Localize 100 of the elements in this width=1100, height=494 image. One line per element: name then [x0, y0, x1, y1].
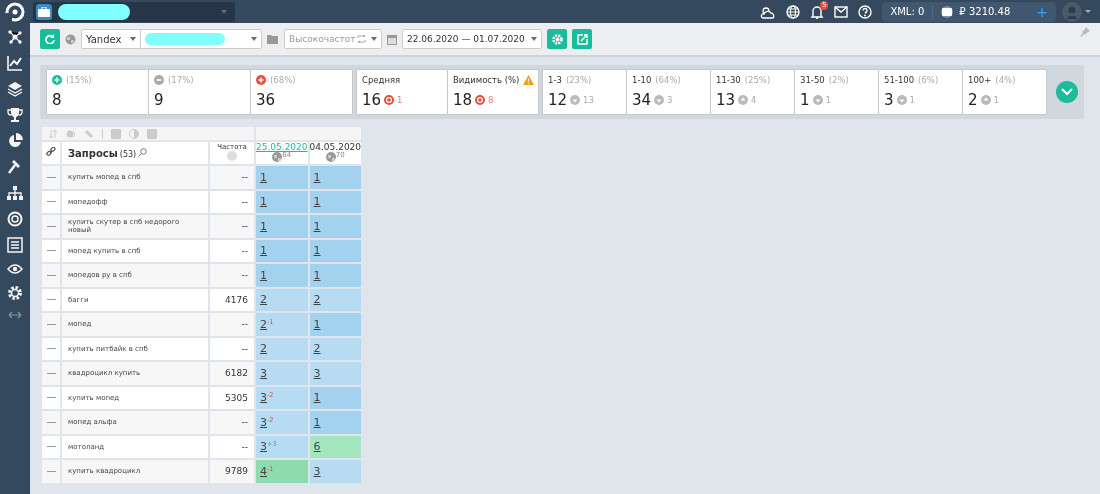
globe-icon[interactable] — [786, 4, 801, 19]
help-icon[interactable] — [858, 4, 873, 19]
settings-icon — [551, 33, 563, 45]
range-label: 100+ — [968, 75, 992, 85]
position-link[interactable]: 1 — [260, 170, 267, 184]
delta-value: 1 — [993, 95, 999, 105]
range-label: 11-30 — [716, 75, 741, 85]
position-link[interactable]: 1 — [313, 391, 321, 405]
percent-label: (15%) — [66, 75, 92, 85]
expand-button[interactable] — [1056, 81, 1078, 103]
engine-dropdown[interactable]: Yandex — [81, 29, 141, 49]
sitemap-icon[interactable] — [7, 185, 23, 201]
position-link[interactable]: 1 — [260, 219, 267, 233]
position-link[interactable]: 2 — [260, 293, 267, 307]
search-icon[interactable] — [138, 149, 148, 159]
calendar-icon — [387, 33, 397, 45]
position-link[interactable]: 1 — [313, 415, 321, 429]
range-label: 31-50 — [800, 75, 825, 85]
repeat-icon — [357, 35, 367, 43]
caret-icon[interactable] — [221, 9, 227, 14]
caret-icon[interactable] — [368, 37, 377, 41]
date-range-dropdown[interactable]: 22.06.2020 — 01.07.2020 — [402, 29, 542, 49]
caret-icon[interactable] — [127, 37, 136, 41]
export-icon — [576, 33, 588, 45]
list-icon[interactable] — [7, 237, 23, 253]
caret-icon[interactable] — [248, 37, 257, 41]
sort-icon[interactable] — [48, 128, 58, 139]
balance-amount: ₽ 3210.48 — [959, 6, 1011, 17]
position-link[interactable]: 3 — [260, 415, 267, 429]
range-label: 1-3 — [548, 75, 562, 85]
position-link[interactable]: 1 — [260, 268, 267, 282]
query-count: (53) — [119, 149, 137, 159]
percent-label: (64%) — [655, 75, 681, 85]
position-link[interactable]: 1 — [260, 195, 267, 209]
stat-value: 36 — [256, 91, 277, 109]
position-link[interactable]: 3 — [260, 391, 267, 405]
position-link[interactable]: 1 — [313, 170, 321, 184]
range-value: 12 — [548, 91, 568, 109]
toggle-icon[interactable] — [66, 128, 76, 139]
delta-value: 1 — [397, 95, 403, 105]
hammer-icon[interactable] — [7, 159, 23, 175]
metric-value: 16 — [362, 91, 382, 109]
position-link[interactable]: 1 — [313, 268, 321, 282]
position-link[interactable]: 2 — [313, 293, 321, 307]
caret-icon[interactable] — [528, 37, 537, 41]
position-link[interactable]: 1 — [313, 317, 321, 331]
metric-label: Средняя — [362, 75, 401, 85]
range-label: 51-100 — [884, 75, 915, 85]
column-header[interactable]: Запросы — [68, 147, 118, 159]
delta-value: 1 — [825, 95, 831, 105]
percent-label: (23%) — [565, 75, 592, 85]
briefcase-icon — [36, 3, 52, 20]
position-link[interactable]: 3 — [313, 464, 321, 478]
position-link[interactable]: 1 — [313, 195, 321, 209]
export-button[interactable] — [572, 29, 592, 49]
lifebuoy-icon[interactable] — [7, 211, 23, 227]
layers-icon[interactable] — [7, 81, 23, 97]
percent-label: (68%) — [270, 75, 296, 85]
position-link[interactable]: 3 — [260, 440, 267, 454]
position-link[interactable]: 1 — [260, 244, 267, 258]
weather-icon[interactable] — [760, 4, 777, 19]
position-link[interactable]: 4 — [260, 464, 267, 478]
date-header[interactable]: 04.05.2020 — [309, 142, 362, 152]
stat-value: 8 — [52, 91, 63, 109]
mail-icon[interactable] — [834, 5, 849, 18]
eye-icon[interactable] — [7, 263, 23, 275]
globe-icon — [65, 33, 76, 45]
settings-icon[interactable] — [7, 285, 23, 301]
range-value: 2 — [968, 91, 978, 109]
resize-icon[interactable] — [8, 311, 22, 319]
stat-value: 9 — [154, 91, 165, 109]
range-value: 1 — [800, 91, 810, 109]
network-icon[interactable] — [7, 29, 23, 45]
delta-value: 8 — [488, 95, 494, 105]
position-link[interactable]: 2 — [260, 342, 267, 356]
pie-chart-icon[interactable] — [7, 133, 23, 149]
wallet-icon — [941, 5, 954, 18]
delta-value: 3 — [667, 95, 673, 105]
position-link[interactable]: 1 — [313, 219, 321, 233]
position-link[interactable]: 1 — [313, 244, 321, 258]
position-link[interactable]: 2 — [260, 317, 267, 331]
position-link[interactable]: 3 — [260, 366, 267, 380]
delta-value: 13 — [583, 95, 594, 105]
avatar-icon[interactable] — [1062, 1, 1092, 22]
position-link[interactable]: 6 — [313, 440, 321, 454]
settings-button[interactable] — [547, 29, 567, 49]
chevron-down-icon — [1061, 88, 1073, 96]
percent-label: (2%) — [828, 75, 849, 85]
refresh-button[interactable] — [40, 29, 60, 49]
project-selector[interactable] — [33, 1, 235, 22]
globe-icon — [325, 152, 336, 164]
globe-icon — [227, 154, 237, 163]
percent-label: (6%) — [918, 75, 939, 85]
delta-value: 1 — [909, 95, 915, 105]
contrast-icon[interactable] — [129, 128, 139, 139]
metric-label: Видимость (%) — [453, 75, 520, 85]
trophy-icon[interactable] — [7, 107, 23, 123]
position-link[interactable]: 3 — [313, 366, 321, 380]
pin-icon[interactable] — [1080, 27, 1090, 37]
position-link[interactable]: 2 — [313, 342, 321, 356]
